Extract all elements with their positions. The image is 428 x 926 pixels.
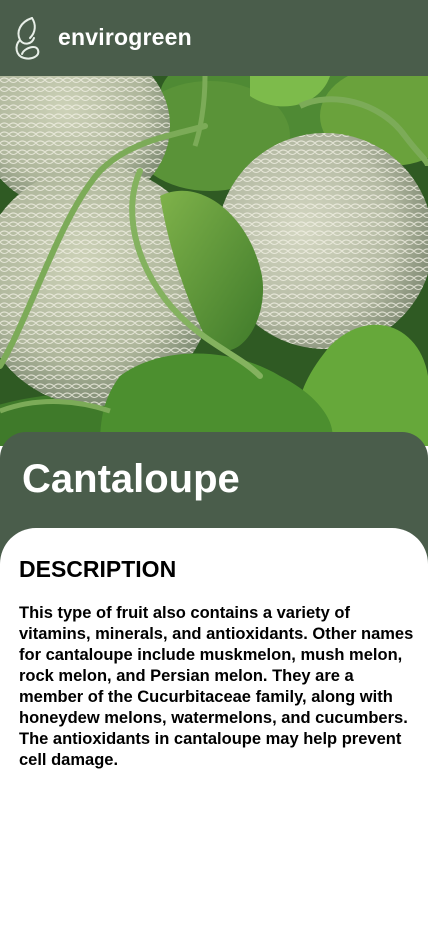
brand-name[interactable]: envirogreen	[58, 24, 192, 51]
description-text: This type of fruit also contains a varie…	[19, 604, 414, 769]
description-card: DESCRIPTION This type of fruit also cont…	[0, 528, 428, 926]
page-title: Cantaloupe	[22, 457, 240, 501]
leaf-g-logo-icon[interactable]	[10, 14, 44, 68]
description-heading: DESCRIPTION	[19, 556, 177, 582]
app-screen: envirogreen Cantaloupe DESCRIPTION This …	[0, 0, 428, 926]
hero-image	[0, 76, 428, 446]
app-header: envirogreen	[0, 0, 428, 76]
